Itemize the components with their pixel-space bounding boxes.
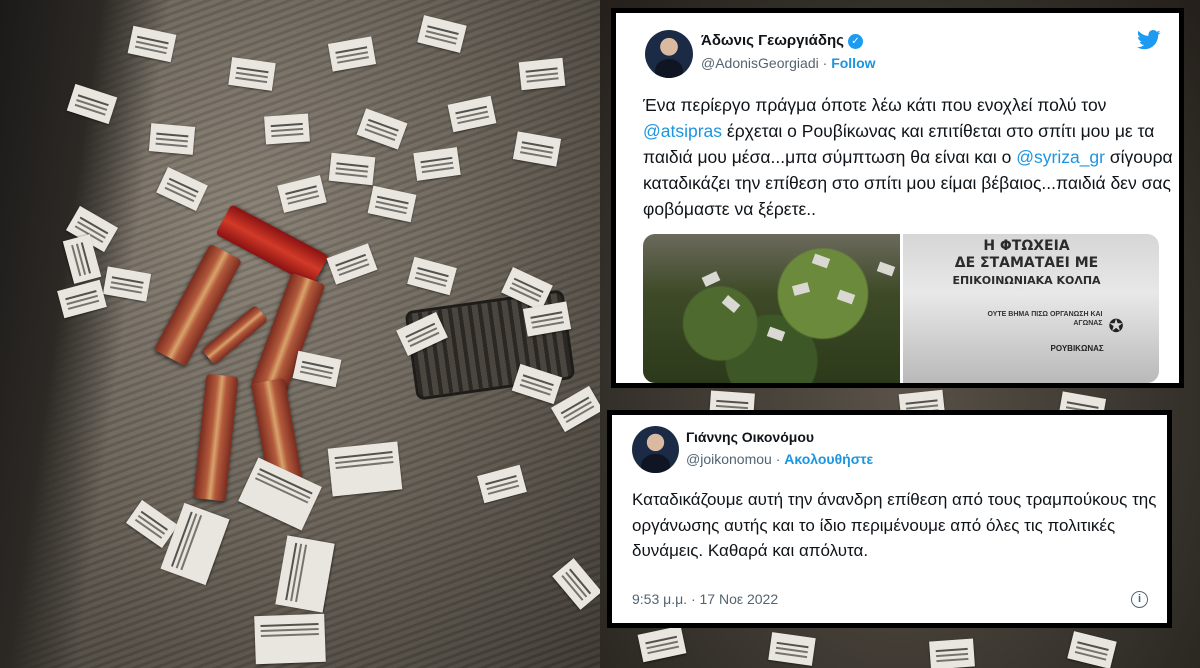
media-photo-poster[interactable]: Η ΦΤΩΧΕΙΑ ΔΕ ΣΤΑΜΑΤΑΕΙ ΜΕ ΕΠΙΚΟΙΝΩΝΙΑΚΑ …	[902, 234, 1159, 383]
flyer	[228, 57, 276, 91]
author-handle[interactable]: @AdonisGeorgiadi	[701, 55, 819, 71]
flyer	[768, 632, 816, 666]
flyer	[327, 36, 377, 72]
flyer	[367, 185, 417, 223]
follow-button[interactable]: Follow	[831, 55, 875, 71]
twitter-bird-icon[interactable]	[1137, 30, 1161, 50]
mention-link[interactable]: @atsipras	[643, 121, 722, 141]
handle-line: @AdonisGeorgiadi · Follow	[701, 55, 876, 71]
flyer	[254, 613, 326, 665]
flyer	[413, 147, 461, 181]
tweet-card: Άδωνις Γεωργιάδης ✓ @AdonisGeorgiadi · Fo…	[611, 8, 1184, 388]
tweet-text: Ένα περίεργο πράγμα όποτε λέω κάτι που ε…	[643, 92, 1173, 222]
tweet-timestamp[interactable]: 9:53 μ.μ. · 17 Νοε 2022	[632, 591, 778, 607]
author-avatar[interactable]	[645, 30, 693, 78]
mention-link[interactable]: @syriza_gr	[1016, 147, 1105, 167]
poster-signature: ΡΟΥΒΙΚΩΝΑΣ	[1050, 344, 1104, 353]
flyer	[328, 152, 376, 186]
flyer	[447, 95, 497, 133]
flyer	[477, 464, 527, 504]
poster-line: Η ΦΤΩΧΕΙΑ	[983, 238, 1070, 254]
poster-subtitle: ΟΥΤΕ ΒΗΜΑ ΠΙΣΩ ΟΡΓΑΝΩΣΗ ΚΑΙ ΑΓΩΝΑΣ	[987, 311, 1103, 327]
flyer	[156, 167, 208, 211]
star-logo-icon: ✪	[1108, 316, 1124, 336]
flyer	[148, 123, 196, 155]
flyer	[292, 350, 342, 388]
tweet-card: Γιάννης Οικονόμου @joikonomou · Ακολουθή…	[607, 410, 1172, 628]
flyer	[876, 261, 896, 277]
flyer	[238, 457, 322, 531]
flyer	[552, 558, 600, 610]
flyer	[417, 15, 467, 53]
flyer	[518, 57, 566, 91]
flyer	[275, 535, 335, 613]
flyer	[407, 256, 457, 296]
flyer	[766, 326, 786, 342]
flyer	[701, 271, 721, 287]
handle-line: @joikonomou · Ακολουθήστε	[686, 451, 873, 467]
author-name[interactable]: Γιάννης Οικονόμου	[686, 429, 814, 445]
flyer	[277, 175, 327, 213]
follow-button[interactable]: Ακολουθήστε	[784, 451, 873, 467]
tweet-text-part: Ένα περίεργο πράγμα όποτε λέω κάτι που ε…	[643, 95, 1107, 115]
poster-line: ΔΕ ΣΤΑΜΑΤΑΕΙ ΜΕ	[954, 255, 1099, 271]
poster-line: ΕΠΙΚΟΙΝΩΝΙΑΚΑ ΚΟΛΠΑ	[952, 274, 1101, 287]
tweet-media: Η ΦΤΩΧΕΙΑ ΔΕ ΣΤΑΜΑΤΑΕΙ ΜΕ ΕΠΙΚΟΙΝΩΝΙΑΚΑ …	[643, 234, 1159, 383]
flyer	[811, 253, 831, 269]
verified-badge-icon: ✓	[847, 34, 863, 49]
author-name[interactable]: Άδωνις Γεωργιάδης ✓	[701, 32, 863, 49]
flyer	[264, 113, 310, 145]
author-avatar[interactable]	[632, 426, 679, 473]
flyer	[326, 243, 378, 285]
flyer	[1067, 631, 1117, 668]
media-photo-bushes[interactable]	[643, 234, 900, 383]
tweet-text: Καταδικάζουμε αυτή την άνανδρη επίθεση α…	[632, 490, 1157, 560]
flyer	[550, 385, 600, 433]
flyer	[160, 502, 230, 586]
separator: ·	[775, 451, 781, 467]
flyer	[356, 108, 408, 150]
street-photo	[0, 0, 600, 668]
flyer	[791, 282, 811, 296]
poster-headline: Η ΦΤΩΧΕΙΑ ΔΕ ΣΤΑΜΑΤΑΕΙ ΜΕ ΕΠΙΚΟΙΝΩΝΙΑΚΑ …	[927, 238, 1127, 289]
separator: ·	[822, 55, 828, 71]
author-name-text: Άδωνις Γεωργιάδης	[701, 32, 844, 49]
flyer	[721, 295, 741, 313]
flyer	[512, 131, 562, 167]
snack-package	[193, 373, 239, 502]
author-handle[interactable]: @joikonomou	[686, 451, 772, 467]
flyer	[929, 638, 975, 668]
flyer	[637, 625, 687, 663]
flyer	[327, 441, 403, 497]
info-icon[interactable]: i	[1131, 591, 1148, 608]
flyer	[836, 289, 856, 305]
